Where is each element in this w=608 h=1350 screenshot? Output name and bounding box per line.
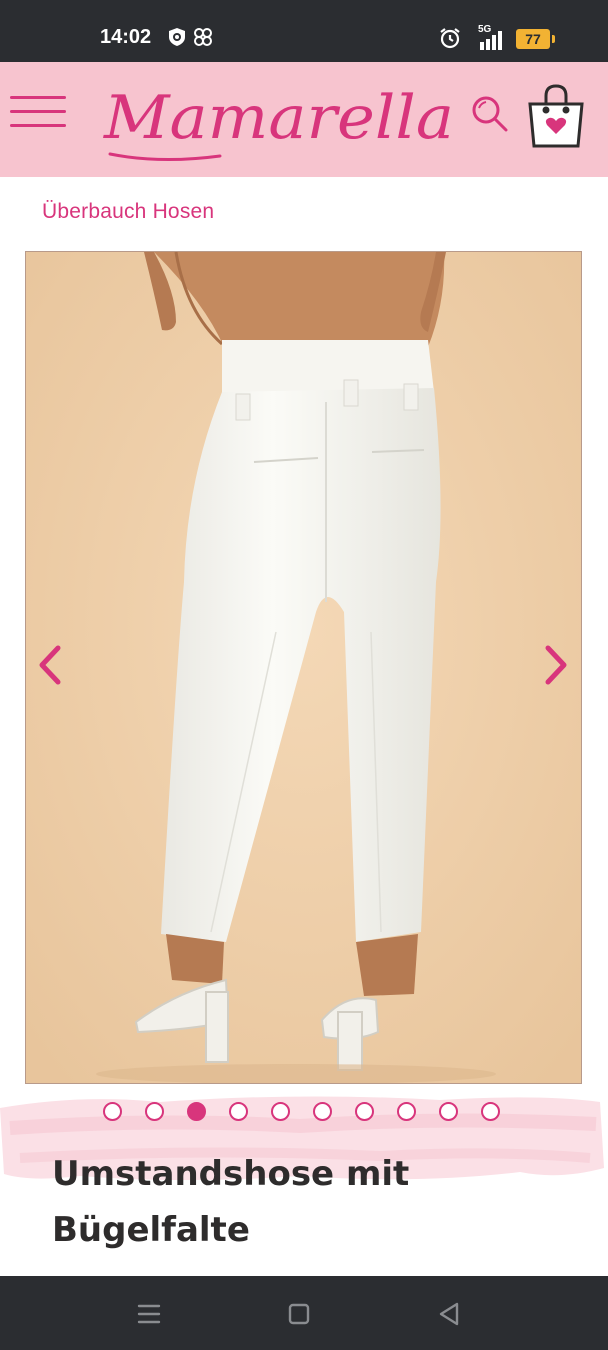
pagination-dot-active[interactable]: [187, 1102, 206, 1121]
pagination-dot[interactable]: [229, 1102, 248, 1121]
battery-icon: 77: [516, 29, 555, 49]
hamburger-menu-icon[interactable]: [10, 96, 66, 128]
shopping-bag-heart-icon[interactable]: [526, 82, 586, 150]
status-bar: 14:02 5G 77: [0, 0, 608, 62]
alarm-icon: [438, 26, 462, 54]
site-header: Mamarella: [0, 62, 608, 177]
back-icon[interactable]: [433, 1298, 465, 1330]
breadcrumb-category[interactable]: Überbauch Hosen: [42, 200, 214, 224]
system-nav-bar: [0, 1276, 608, 1350]
pagination-dot[interactable]: [145, 1102, 164, 1121]
chevron-left-icon[interactable]: [30, 640, 70, 690]
home-icon[interactable]: [283, 1298, 315, 1330]
pagination-dot[interactable]: [313, 1102, 332, 1121]
product-image[interactable]: [25, 251, 582, 1084]
status-time: 14:02: [100, 26, 152, 48]
pinwheel-icon: [192, 26, 214, 52]
search-icon[interactable]: [470, 94, 510, 134]
vpn-shield-icon: [166, 26, 188, 52]
product-title: Umstandshose mit Bügelfalte: [52, 1146, 572, 1258]
signal-icon: [478, 30, 504, 54]
brand-logo[interactable]: Mamarella: [100, 76, 460, 168]
pagination-dot[interactable]: [271, 1102, 290, 1121]
pagination-dot[interactable]: [397, 1102, 416, 1121]
product-title-line1: Umstandshose mit: [52, 1154, 410, 1194]
chevron-right-icon[interactable]: [536, 640, 576, 690]
pagination-dot[interactable]: [481, 1102, 500, 1121]
pagination-dot[interactable]: [103, 1102, 122, 1121]
pagination-dot[interactable]: [355, 1102, 374, 1121]
logo-wordmark: Mamarella: [103, 83, 454, 153]
pagination-dot[interactable]: [439, 1102, 458, 1121]
recent-apps-icon[interactable]: [133, 1298, 165, 1330]
product-title-line2: Bügelfalte: [52, 1210, 250, 1250]
